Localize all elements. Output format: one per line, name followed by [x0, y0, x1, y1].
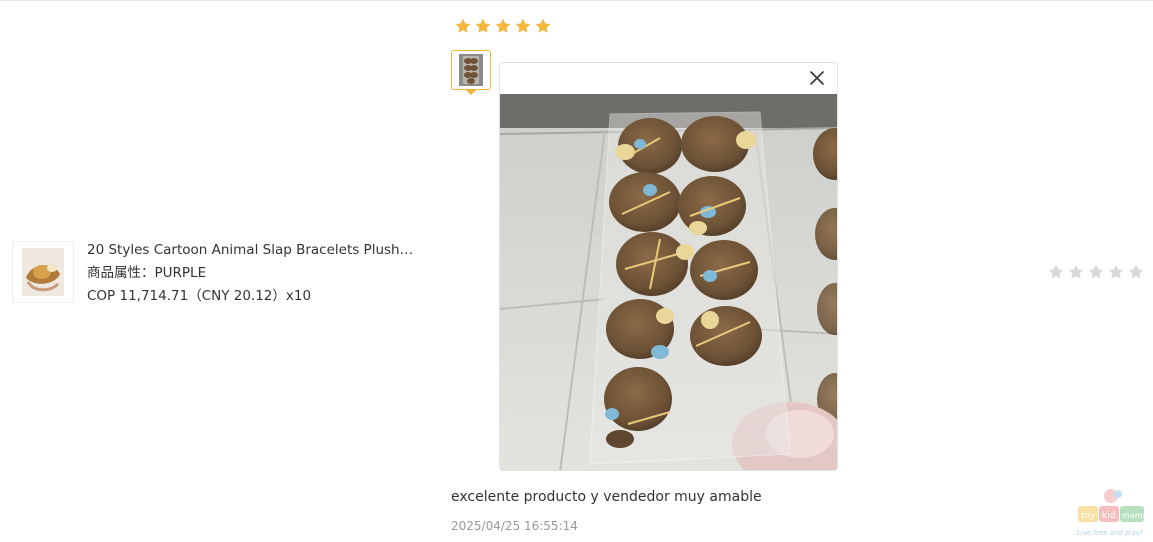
- product-price: COP 11,714.71（CNY 20.12）x10: [87, 288, 312, 304]
- empty-rating: [1048, 264, 1144, 280]
- svg-text:toy: toy: [1081, 511, 1096, 521]
- toykidmama-watermark-logo: toy kid mama Live free and play!: [1077, 489, 1147, 537]
- product-title[interactable]: 20 Styles Cartoon Animal Slap Bracelets …: [87, 239, 417, 262]
- product-image: [22, 248, 64, 296]
- review-photo-mini: [459, 54, 483, 86]
- star-icon: [495, 18, 511, 34]
- star-icon: [535, 18, 551, 34]
- thumbnail-pointer: [465, 89, 477, 95]
- svg-text:Live free and play!: Live free and play!: [1077, 529, 1143, 537]
- product-summary: 20 Styles Cartoon Animal Slap Bracelets …: [12, 241, 417, 308]
- svg-text:mama: mama: [1122, 511, 1147, 520]
- star-icon: [455, 18, 471, 34]
- review-photo-large: [500, 94, 837, 470]
- close-icon[interactable]: [809, 70, 825, 86]
- review-date: 2025/04/25 16:55:14: [451, 519, 578, 533]
- product-thumbnail[interactable]: [12, 241, 74, 303]
- star-icon[interactable]: [1068, 264, 1084, 280]
- review-photo-thumbnail[interactable]: [451, 50, 491, 90]
- star-icon: [475, 18, 491, 34]
- star-icon[interactable]: [1108, 264, 1124, 280]
- review-text: excelente producto y vendedor muy amable: [451, 489, 762, 505]
- review-rating: [455, 18, 551, 34]
- star-icon[interactable]: [1048, 264, 1064, 280]
- top-divider: [0, 0, 1153, 1]
- image-preview-popup: [499, 62, 838, 471]
- popup-header: [500, 63, 837, 94]
- svg-text:kid: kid: [1102, 511, 1115, 521]
- star-icon[interactable]: [1088, 264, 1104, 280]
- star-icon: [515, 18, 531, 34]
- star-icon[interactable]: [1128, 264, 1144, 280]
- product-attribute: 商品属性：PURPLE: [87, 265, 207, 281]
